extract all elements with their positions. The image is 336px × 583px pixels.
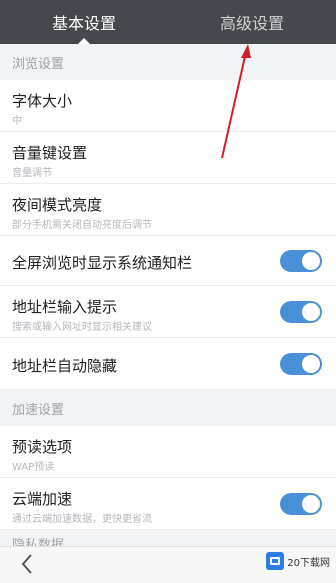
section-header-browse: 浏览设置 bbox=[0, 44, 336, 80]
toggle-knob bbox=[302, 355, 320, 373]
address-hint-desc: 搜索或输入网址时显示相关建议 bbox=[12, 322, 152, 333]
watermark: 20下载网 bbox=[266, 552, 330, 570]
setting-night-brightness[interactable]: 夜间模式亮度 部分手机需关闭自动亮度后调节 bbox=[0, 184, 336, 236]
setting-cloud-acceleration: 云端加速 通过云端加速数据，更快更省流 bbox=[0, 478, 336, 530]
address-hint-label: 地址栏输入提示 bbox=[12, 298, 118, 316]
cloud-accel-label: 云端加速 bbox=[12, 490, 73, 508]
preload-value: WAP预读 bbox=[12, 462, 55, 473]
cloud-accel-toggle[interactable] bbox=[280, 493, 322, 515]
fullscreen-status-label: 全屏浏览时显示系统通知栏 bbox=[12, 254, 193, 272]
section-browse-title: 浏览设置 bbox=[12, 56, 65, 72]
monitor-icon bbox=[266, 552, 285, 570]
address-autohide-toggle[interactable] bbox=[280, 353, 322, 375]
toggle-knob bbox=[302, 303, 320, 321]
volume-key-value: 音量调节 bbox=[12, 168, 52, 179]
font-size-value: 中 bbox=[12, 116, 22, 127]
address-hint-toggle[interactable] bbox=[280, 301, 322, 323]
tab-advanced-settings[interactable]: 高级设置 bbox=[168, 0, 336, 44]
tab-basic-settings-label: 基本设置 bbox=[51, 14, 116, 33]
section-header-partial: 隐私数据 bbox=[0, 530, 336, 546]
night-brightness-label: 夜间模式亮度 bbox=[12, 196, 103, 214]
setting-font-size[interactable]: 字体大小 中 bbox=[0, 80, 336, 132]
tab-basic-settings[interactable]: 基本设置 bbox=[0, 0, 168, 44]
section-speed-title: 加速设置 bbox=[12, 402, 65, 418]
volume-key-label: 音量键设置 bbox=[12, 144, 88, 162]
tab-advanced-settings-label: 高级设置 bbox=[219, 14, 284, 33]
toggle-knob bbox=[302, 252, 320, 270]
setting-fullscreen-status-bar: 全屏浏览时显示系统通知栏 bbox=[0, 236, 336, 286]
watermark-text: 20下载网 bbox=[287, 557, 330, 569]
night-brightness-desc: 部分手机需关闭自动亮度后调节 bbox=[12, 220, 152, 231]
setting-address-autohide: 地址栏自动隐藏 bbox=[0, 338, 336, 390]
chevron-left-icon[interactable] bbox=[20, 553, 34, 581]
setting-address-hint: 地址栏输入提示 搜索或输入网址时显示相关建议 bbox=[0, 286, 336, 338]
font-size-label: 字体大小 bbox=[12, 92, 73, 110]
top-tab-bar: 基本设置 高级设置 bbox=[0, 0, 336, 44]
fullscreen-status-toggle[interactable] bbox=[280, 250, 322, 272]
setting-preload[interactable]: 预读选项 WAP预读 bbox=[0, 426, 336, 478]
cloud-accel-desc: 通过云端加速数据，更快更省流 bbox=[12, 514, 152, 525]
toggle-knob bbox=[302, 495, 320, 513]
setting-volume-key[interactable]: 音量键设置 音量调节 bbox=[0, 132, 336, 184]
address-autohide-label: 地址栏自动隐藏 bbox=[12, 357, 118, 375]
section-partial-title: 隐私数据 bbox=[12, 538, 65, 546]
section-header-speed: 加速设置 bbox=[0, 390, 336, 426]
preload-label: 预读选项 bbox=[12, 438, 73, 456]
